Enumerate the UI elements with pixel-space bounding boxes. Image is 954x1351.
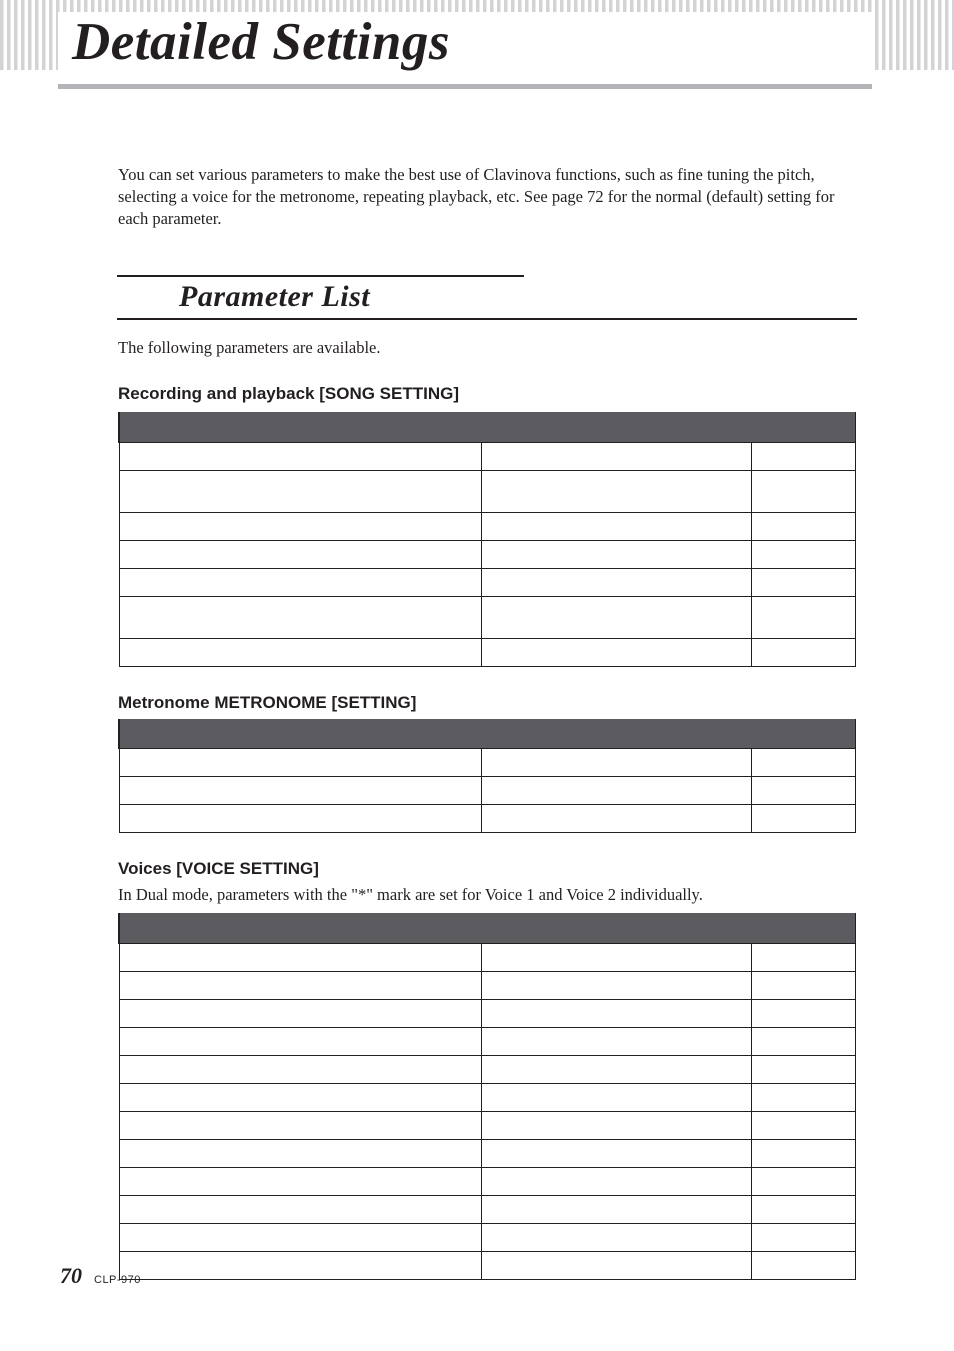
- table-row: [119, 999, 856, 1027]
- page-title-block: Detailed Settings: [58, 12, 872, 89]
- table-row: [119, 971, 856, 999]
- table-note-voice: In Dual mode, parameters with the "*" ma…: [118, 885, 856, 905]
- table-row: [119, 1083, 856, 1111]
- table-row: [119, 1139, 856, 1167]
- page-title: Detailed Settings: [58, 12, 872, 80]
- intro-paragraph: You can set various parameters to make t…: [118, 164, 856, 229]
- table-row: [119, 568, 856, 596]
- table-voice-setting: [118, 913, 856, 1280]
- table-title-voice: Voices [VOICE SETTING]: [118, 859, 856, 879]
- page-footer: 70 CLP-970: [60, 1263, 141, 1289]
- table-row: [119, 749, 856, 777]
- table-row: [119, 1111, 856, 1139]
- sub-intro: The following parameters are available.: [118, 338, 856, 358]
- table-title-song: Recording and playback [SONG SETTING]: [118, 384, 856, 404]
- table-row: [119, 596, 856, 638]
- table-row: [119, 1251, 856, 1279]
- table-row: [119, 777, 856, 805]
- table-row: [119, 638, 856, 666]
- table-row: [119, 470, 856, 512]
- table-row: [119, 1195, 856, 1223]
- section-heading: Parameter List: [117, 277, 857, 320]
- page-content: You can set various parameters to make t…: [0, 89, 954, 1280]
- table-row: [119, 442, 856, 470]
- table-row: [119, 943, 856, 971]
- table-row: [119, 540, 856, 568]
- model-label: CLP-970: [94, 1274, 141, 1286]
- table-metronome-setting: [118, 719, 856, 834]
- table-row: [119, 512, 856, 540]
- table-song-setting: [118, 412, 856, 667]
- table-row: [119, 805, 856, 833]
- table-row: [119, 1223, 856, 1251]
- section-heading-block: Parameter List: [117, 275, 857, 320]
- table-row: [119, 1167, 856, 1195]
- table-row: [119, 1055, 856, 1083]
- table-title-metronome: Metronome METRONOME [SETTING]: [118, 693, 856, 713]
- table-row: [119, 1027, 856, 1055]
- page-number: 70: [60, 1263, 82, 1288]
